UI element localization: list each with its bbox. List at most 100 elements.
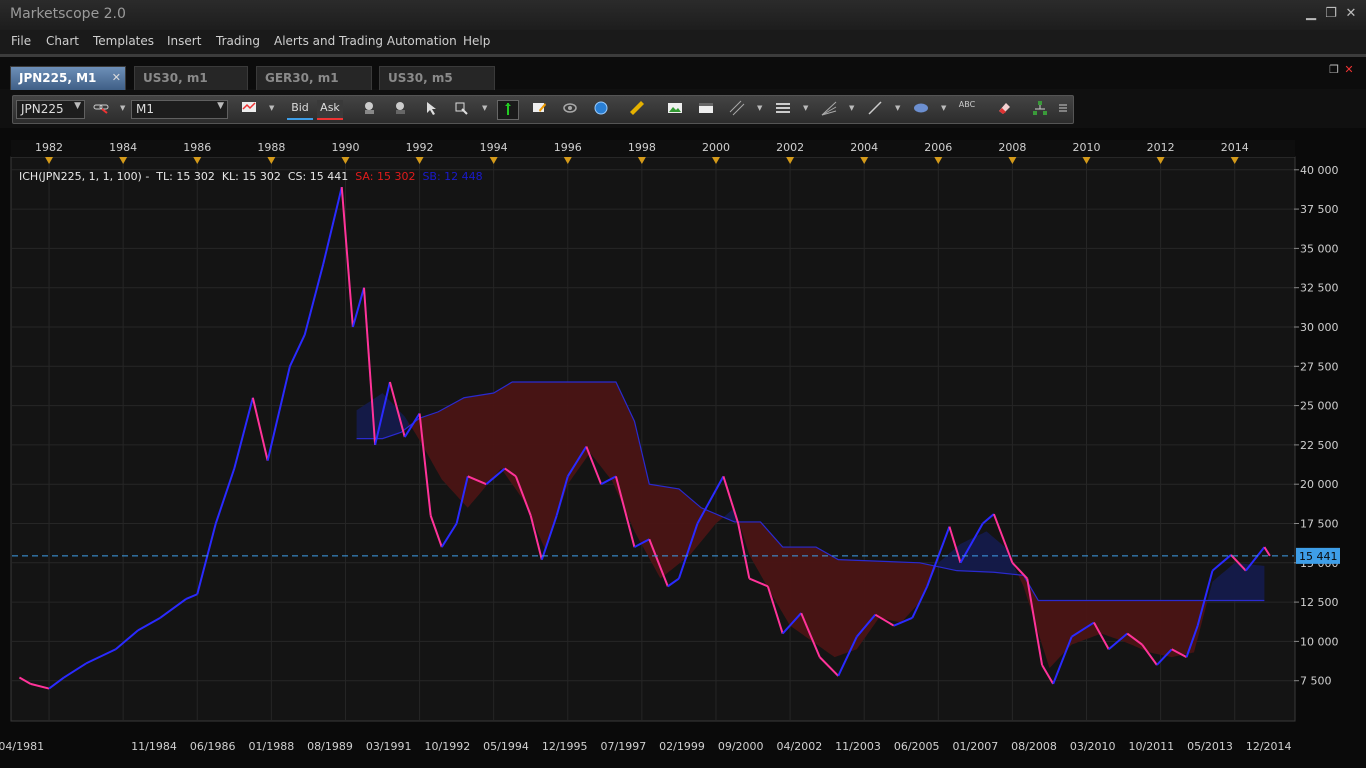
crosshair-icon[interactable] xyxy=(451,100,471,118)
senkou-a-value: SA: 15 302 xyxy=(355,170,416,183)
x-top-tick-label: 2012 xyxy=(1147,141,1175,154)
tab-close-icon[interactable]: ✕ xyxy=(112,71,121,84)
chevron-down-icon: ▼ xyxy=(217,101,224,111)
y-tick-label: 7 500 xyxy=(1300,675,1332,688)
x-bottom-tick-label: 10/1992 xyxy=(425,740,471,753)
x-top-tick-label: 1992 xyxy=(406,141,434,154)
link-icon[interactable] xyxy=(91,100,111,118)
tab-label: US30, m1 xyxy=(143,71,208,85)
title-bar: Marketscope 2.0 ▁ ❐ ✕ xyxy=(0,0,1366,30)
ruler-icon[interactable] xyxy=(627,100,647,118)
x-top-tick-label: 2008 xyxy=(998,141,1026,154)
tab-label: JPN225, M1 xyxy=(19,71,97,85)
menu-trading[interactable]: Trading xyxy=(216,34,260,48)
x-top-tick-label: 1996 xyxy=(554,141,582,154)
x-top-tick-label: 1982 xyxy=(35,141,63,154)
minimize-button[interactable]: ▁ xyxy=(1302,6,1320,21)
app-title: Marketscope 2.0 xyxy=(10,6,126,22)
indicator-values: ICH(JPN225, 1, 1, 100) - TL: 15 302 KL: … xyxy=(19,170,349,183)
eraser-icon[interactable] xyxy=(994,100,1014,118)
x-bottom-tick-label: 02/1999 xyxy=(659,740,705,753)
x-top-tick-label: 2000 xyxy=(702,141,730,154)
x-bottom-tick-label: 03/1991 xyxy=(366,740,412,753)
x-top-tick-label: 2004 xyxy=(850,141,878,154)
marker-icon[interactable] xyxy=(529,100,549,118)
x-bottom-tick-label: 10/2011 xyxy=(1128,740,1174,753)
tab-ger30-m1[interactable]: GER30, m1 xyxy=(256,66,372,90)
bid-button[interactable]: Bid xyxy=(287,100,313,120)
chart-tab-bar: JPN225, M1 ✕ US30, m1 GER30, m1 US30, m5… xyxy=(0,57,1366,90)
channel-icon[interactable] xyxy=(727,100,747,118)
chevron-down-icon[interactable]: ▼ xyxy=(269,104,274,112)
chart-close-button[interactable]: ✕ xyxy=(1340,63,1358,76)
x-bottom-tick-label: 04/1981 xyxy=(0,740,44,753)
image-icon[interactable] xyxy=(665,100,685,118)
eye-icon[interactable] xyxy=(560,100,580,118)
chevron-down-icon[interactable]: ▼ xyxy=(120,104,125,112)
candle-type-icon[interactable] xyxy=(239,100,259,118)
x-bottom-tick-label: 11/2003 xyxy=(835,740,881,753)
menu-icon[interactable] xyxy=(1057,100,1069,118)
trendline-icon[interactable] xyxy=(865,100,885,118)
y-tick-label: 37 500 xyxy=(1300,203,1339,216)
menu-insert[interactable]: Insert xyxy=(167,34,201,48)
timeframe-value: M1 xyxy=(136,102,154,116)
ellipse-icon[interactable] xyxy=(911,100,931,118)
text-icon[interactable]: ABC xyxy=(957,100,977,118)
y-tick-label: 22 500 xyxy=(1300,439,1339,452)
chevron-down-icon[interactable]: ▼ xyxy=(941,104,946,112)
x-bottom-tick-label: 11/1984 xyxy=(131,740,177,753)
y-tick-label: 30 000 xyxy=(1300,321,1339,334)
pointer-icon[interactable] xyxy=(421,100,441,118)
period-separator-icon[interactable] xyxy=(497,100,519,120)
tab-label: US30, m5 xyxy=(388,71,453,85)
symbol-select[interactable]: JPN225 ▼ xyxy=(16,100,85,119)
senkou-b-value: SB: 12 448 xyxy=(422,170,483,183)
ask-button[interactable]: Ask xyxy=(317,100,343,120)
symbol-value: JPN225 xyxy=(21,102,64,116)
chevron-down-icon[interactable]: ▼ xyxy=(803,104,808,112)
chevron-down-icon[interactable]: ▼ xyxy=(895,104,900,112)
x-bottom-tick-label: 01/2007 xyxy=(953,740,999,753)
zoom-out-icon[interactable] xyxy=(391,100,411,118)
y-tick-label: 32 500 xyxy=(1300,282,1339,295)
x-bottom-tick-label: 05/2013 xyxy=(1187,740,1233,753)
menu-bar: File Chart Templates Insert Trading Aler… xyxy=(0,30,1366,57)
x-bottom-tick-label: 03/2010 xyxy=(1070,740,1116,753)
x-bottom-tick-label: 06/1986 xyxy=(190,740,236,753)
x-top-tick-label: 1988 xyxy=(257,141,285,154)
timeframe-select[interactable]: M1 ▼ xyxy=(131,100,228,119)
ichimoku-indicator-label: ICH(JPN225, 1, 1, 100) - TL: 15 302 KL: … xyxy=(19,170,483,183)
chevron-down-icon[interactable]: ▼ xyxy=(482,104,487,112)
menu-alerts[interactable]: Alerts and Trading Automation xyxy=(274,34,457,48)
x-bottom-tick-label: 08/1989 xyxy=(307,740,353,753)
menu-chart[interactable]: Chart xyxy=(46,34,79,48)
tree-icon[interactable] xyxy=(1030,100,1050,118)
chevron-down-icon[interactable]: ▼ xyxy=(757,104,762,112)
zoom-in-icon[interactable] xyxy=(360,100,380,118)
x-bottom-tick-label: 12/1995 xyxy=(542,740,588,753)
tab-label: GER30, m1 xyxy=(265,71,339,85)
close-button[interactable]: ✕ xyxy=(1342,6,1360,21)
window-icon[interactable] xyxy=(696,100,716,118)
menu-help[interactable]: Help xyxy=(463,34,490,48)
y-tick-label: 10 000 xyxy=(1300,635,1339,648)
chevron-down-icon[interactable]: ▼ xyxy=(849,104,854,112)
menu-templates[interactable]: Templates xyxy=(93,34,154,48)
fan-icon[interactable] xyxy=(819,100,839,118)
y-tick-label: 17 500 xyxy=(1300,517,1339,530)
chart-toolbar: JPN225 ▼ ▼ M1 ▼ ▼ Bid Ask ▼ ▼ ▼ ▼ ▼ ▼ AB… xyxy=(12,95,1074,124)
menu-file[interactable]: File xyxy=(11,34,31,48)
globe-icon[interactable] xyxy=(591,100,611,118)
x-bottom-tick-label: 08/2008 xyxy=(1011,740,1057,753)
x-bottom-tick-label: 06/2005 xyxy=(894,740,940,753)
tab-us30-m5[interactable]: US30, m5 xyxy=(379,66,495,90)
current-price-label: 15 441 xyxy=(1299,550,1338,563)
tab-us30-m1[interactable]: US30, m1 xyxy=(134,66,248,90)
horizontal-lines-icon[interactable] xyxy=(773,100,793,118)
restore-button[interactable]: ❐ xyxy=(1322,6,1340,21)
x-bottom-tick-label: 07/1997 xyxy=(601,740,647,753)
tab-jpn225-m1[interactable]: JPN225, M1 ✕ xyxy=(10,66,126,90)
x-top-tick-label: 1990 xyxy=(331,141,359,154)
y-tick-label: 12 500 xyxy=(1300,596,1339,609)
